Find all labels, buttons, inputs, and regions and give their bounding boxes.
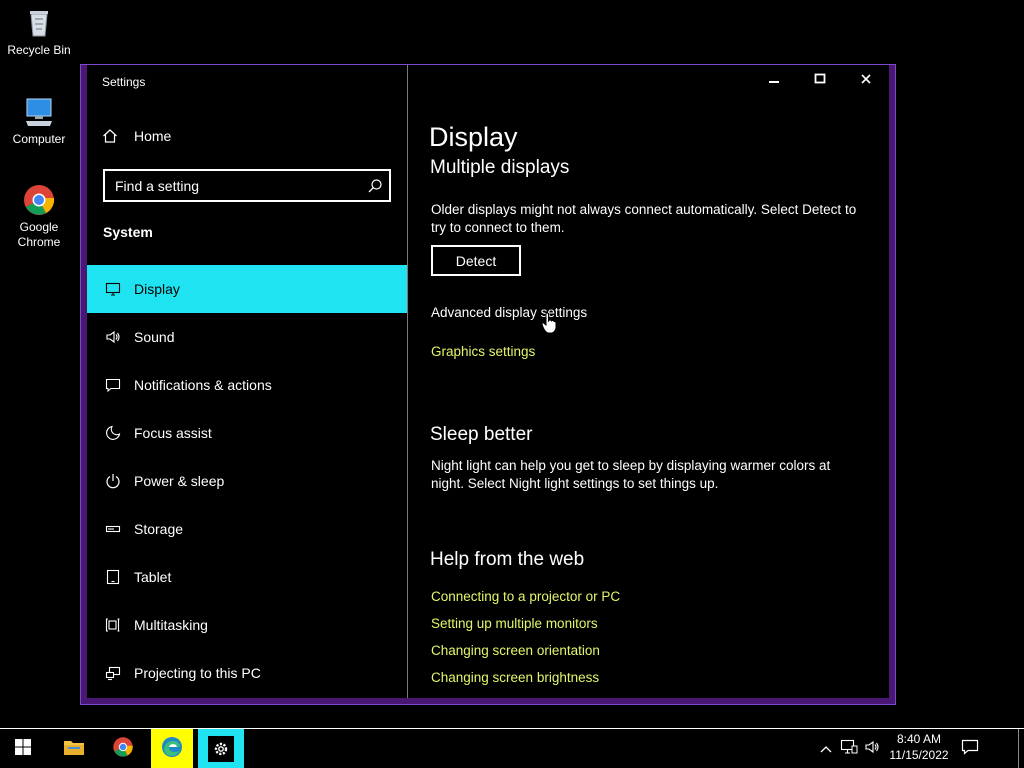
- tablet-icon: [102, 566, 124, 588]
- volume-tray-button[interactable]: [861, 729, 883, 768]
- speaker-icon: [102, 326, 124, 348]
- settings-icon: [208, 736, 234, 762]
- heading-help-from-web: Help from the web: [430, 549, 585, 570]
- sidebar-item-label: Power & sleep: [134, 473, 225, 489]
- home-link[interactable]: Home: [102, 128, 171, 144]
- sidebar-item-label: Sound: [134, 329, 175, 345]
- taskbar-clock[interactable]: 8:40 AM 11/15/2022: [888, 731, 950, 763]
- sidebar-item-focus-assist[interactable]: Focus assist: [87, 409, 407, 457]
- network-icon: [840, 739, 858, 760]
- settings-window: Settings Home Find a setting System Disp…: [80, 64, 896, 705]
- sidebar-item-multitasking[interactable]: Multitasking: [87, 601, 407, 649]
- desktop-icon-label: Computer: [12, 132, 66, 146]
- start-button[interactable]: [0, 729, 46, 768]
- sidebar-item-label: Focus assist: [134, 425, 212, 441]
- start-icon: [14, 738, 32, 761]
- desktop-icon-google-chrome[interactable]: Google Chrome: [0, 183, 78, 250]
- sidebar-item-projecting[interactable]: Projecting to this PC: [87, 649, 407, 697]
- taskbar-edge[interactable]: [151, 729, 193, 768]
- section-label-system: System: [103, 224, 153, 240]
- notification-icon: [102, 374, 124, 396]
- sidebar-item-notifications[interactable]: Notifications & actions: [87, 361, 407, 409]
- heading-sleep-better: Sleep better: [430, 424, 533, 445]
- chevron-up-icon: [820, 740, 832, 758]
- search-placeholder: Find a setting: [115, 177, 200, 194]
- desktop-icon-label: Recycle Bin: [7, 43, 71, 57]
- page-title: Display: [429, 122, 518, 152]
- desktop-icon-recycle-bin[interactable]: Recycle Bin: [0, 6, 78, 58]
- help-link-projector[interactable]: Connecting to a projector or PC: [431, 589, 620, 604]
- taskbar-settings[interactable]: [198, 729, 244, 768]
- sleep-better-description: Night light can help you get to sleep by…: [431, 458, 831, 491]
- window-title: Settings: [102, 75, 146, 89]
- search-icon[interactable]: [367, 178, 383, 197]
- desktop-icon-label: Google Chrome: [17, 220, 61, 249]
- sidebar-item-storage[interactable]: Storage: [87, 505, 407, 553]
- home-label: Home: [134, 128, 172, 144]
- clock-date: 11/15/2022: [889, 748, 949, 762]
- sidebar-item-label: Display: [134, 281, 180, 297]
- multiple-displays-description: Older displays might not always connect …: [431, 202, 857, 235]
- desktop-icon-computer[interactable]: Computer: [0, 95, 78, 147]
- settings-content: Display Multiple displays Older displays…: [409, 65, 879, 698]
- taskbar-chrome[interactable]: [100, 729, 146, 768]
- settings-window-body: Settings Home Find a setting System Disp…: [87, 65, 889, 698]
- monitor-icon: [102, 278, 124, 300]
- settings-sidebar: Settings Home Find a setting System Disp…: [87, 65, 408, 698]
- sidebar-item-tablet[interactable]: Tablet: [87, 553, 407, 601]
- action-center-icon: [961, 739, 979, 760]
- sidebar-item-sound[interactable]: Sound: [87, 313, 407, 361]
- network-tray-button[interactable]: [838, 729, 860, 768]
- action-center-button[interactable]: [952, 729, 988, 768]
- computer-icon: [22, 95, 56, 129]
- storage-icon: [102, 518, 124, 540]
- home-icon: [102, 128, 124, 144]
- sidebar-item-label: Tablet: [134, 569, 172, 585]
- help-link-multiple-monitors[interactable]: Setting up multiple monitors: [431, 616, 598, 631]
- hand-cursor-icon: [541, 312, 557, 339]
- show-hidden-icons-button[interactable]: [814, 729, 838, 768]
- file-explorer-icon: [63, 738, 85, 761]
- detect-button[interactable]: Detect: [431, 245, 521, 276]
- power-icon: [102, 470, 124, 492]
- clock-time: 8:40 AM: [896, 732, 942, 746]
- projecting-icon: [102, 662, 124, 684]
- volume-icon: [864, 739, 880, 760]
- sidebar-item-display[interactable]: Display: [87, 265, 407, 313]
- show-desktop-button[interactable]: [1018, 729, 1024, 768]
- help-link-screen-orientation[interactable]: Changing screen orientation: [431, 643, 600, 658]
- sidebar-item-label: Storage: [134, 521, 184, 537]
- recycle-bin-icon: [22, 6, 56, 40]
- advanced-display-settings-link[interactable]: Advanced display settings: [431, 305, 587, 320]
- sidebar-item-power-sleep[interactable]: Power & sleep: [87, 457, 407, 505]
- edge-icon: [160, 735, 184, 764]
- heading-multiple-displays: Multiple displays: [430, 157, 570, 178]
- help-link-screen-brightness[interactable]: Changing screen brightness: [431, 670, 599, 685]
- multitasking-icon: [102, 614, 124, 636]
- taskbar: 8:40 AM 11/15/2022: [0, 728, 1024, 768]
- chrome-icon: [112, 736, 134, 763]
- moon-icon: [102, 422, 124, 444]
- chrome-icon: [22, 183, 56, 217]
- sidebar-item-label: Projecting to this PC: [134, 665, 261, 681]
- graphics-settings-link[interactable]: Graphics settings: [431, 344, 535, 359]
- sidebar-item-label: Notifications & actions: [134, 377, 272, 393]
- taskbar-file-explorer[interactable]: [51, 729, 97, 768]
- search-input[interactable]: Find a setting: [103, 169, 391, 202]
- sidebar-nav: Display Sound Notifications & actions Fo…: [87, 265, 407, 697]
- sidebar-item-label: Multitasking: [134, 617, 208, 633]
